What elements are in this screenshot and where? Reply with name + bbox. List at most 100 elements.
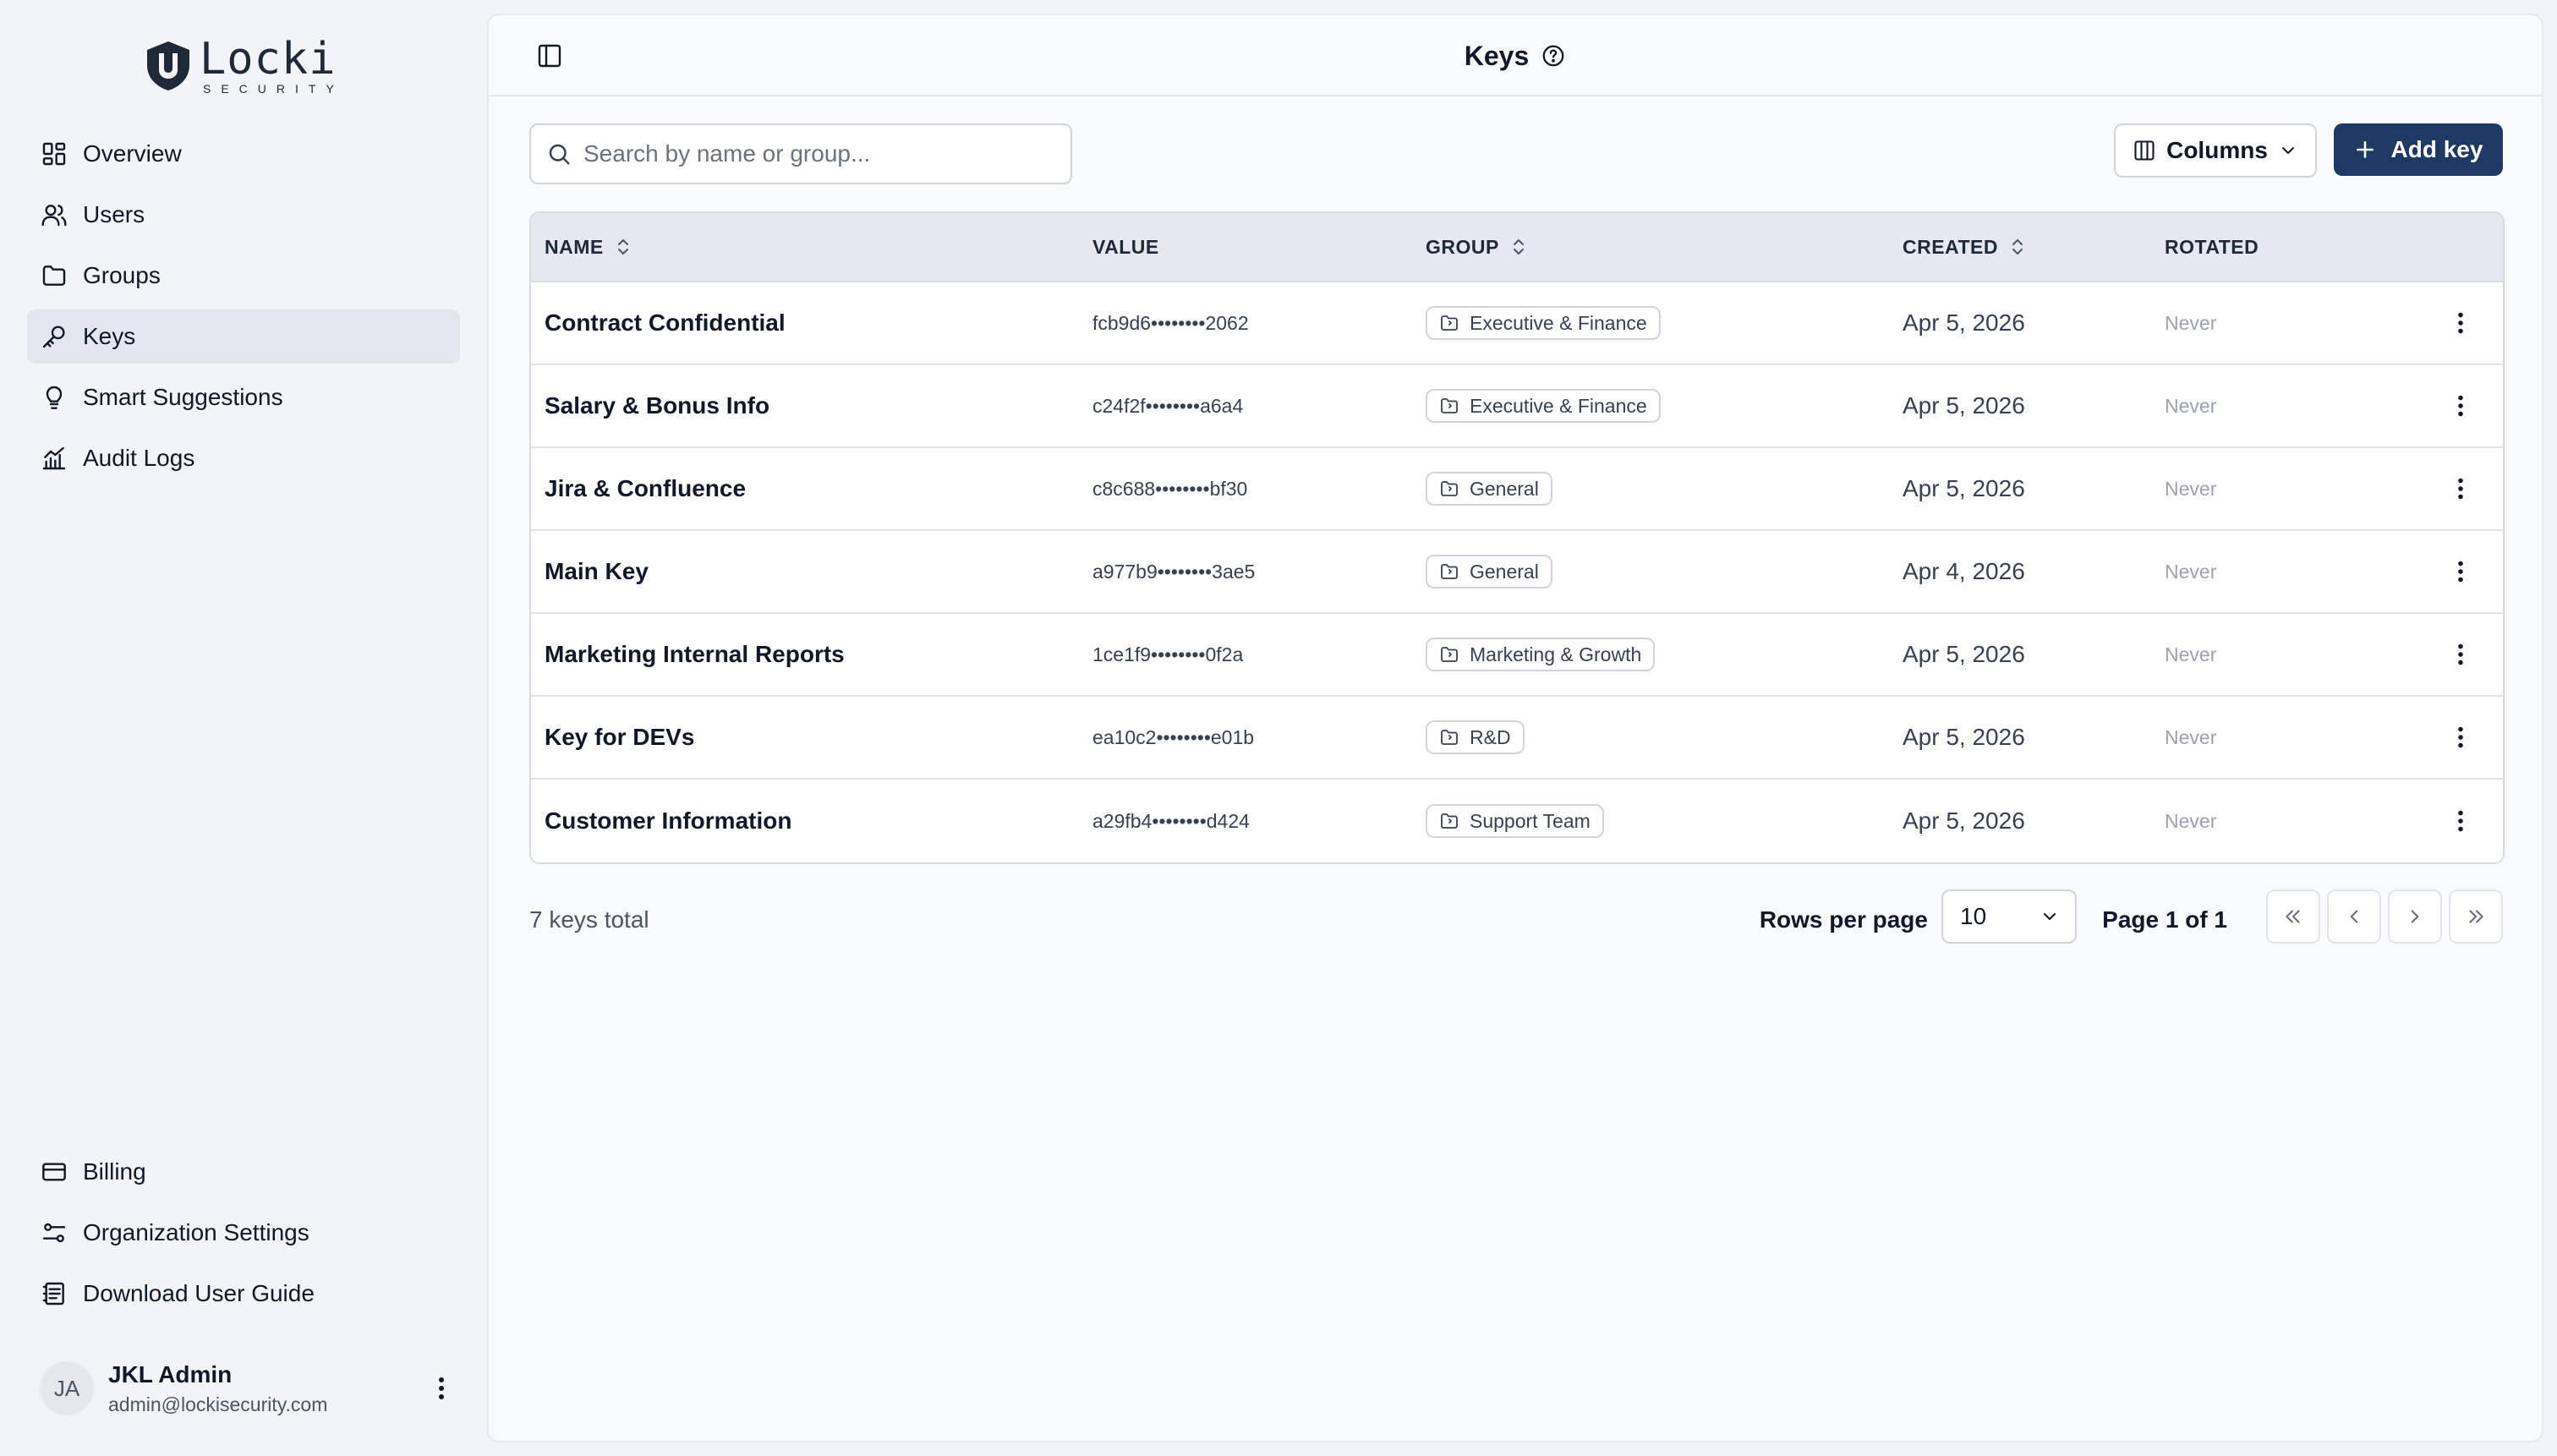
- sidebar-item-label: Users: [83, 201, 145, 227]
- key-value: ea10c2••••••••e01b: [1092, 725, 1255, 748]
- table-row[interactable]: Contract Confidential fcb9d6••••••••2062…: [531, 282, 2503, 365]
- sort-icon: [1513, 239, 1524, 255]
- folder-icon: [1441, 398, 1458, 413]
- column-header-name[interactable]: NAME: [531, 236, 1092, 259]
- table-row[interactable]: Jira & Confluence c8c688••••••••bf30 Gen…: [531, 448, 2503, 531]
- sidebar-item-download-user-guide[interactable]: Download User Guide: [27, 1267, 460, 1321]
- key-created-date: Apr 4, 2026: [1903, 558, 2025, 584]
- row-actions-button[interactable]: [2444, 306, 2478, 340]
- sidebar-item-users[interactable]: Users: [27, 188, 460, 242]
- more-vertical-icon: [439, 1377, 444, 1399]
- key-value: a977b9••••••••3ae5: [1092, 560, 1256, 583]
- table-row[interactable]: Customer Information a29fb4••••••••d424 …: [531, 780, 2503, 862]
- more-vertical-icon: [2458, 810, 2463, 832]
- help-circle-icon[interactable]: [1541, 43, 1566, 68]
- sidebar-nav: Overview Users Groups Keys Smart Suggest…: [27, 127, 460, 492]
- group-badge-label: General: [1470, 477, 1539, 500]
- chevrons-left-icon: [2286, 910, 2300, 923]
- book-icon: [42, 1282, 64, 1305]
- chart-icon: [42, 446, 66, 470]
- key-created-date: Apr 5, 2026: [1903, 807, 2025, 834]
- last-page-button[interactable]: [2449, 889, 2503, 944]
- sidebar-item-label: Smart Suggestions: [83, 384, 283, 410]
- group-badge[interactable]: General: [1426, 555, 1552, 588]
- table-body: Contract Confidential fcb9d6••••••••2062…: [531, 282, 2503, 862]
- group-badge-label: R&D: [1470, 725, 1511, 748]
- sidebar-item-label: Audit Logs: [83, 445, 195, 471]
- previous-page-button[interactable]: [2327, 889, 2381, 944]
- row-actions-button[interactable]: [2444, 472, 2478, 506]
- table-row[interactable]: Marketing Internal Reports 1ce1f9•••••••…: [531, 614, 2503, 697]
- search-box[interactable]: [529, 123, 1072, 184]
- page-indicator: Page 1 of 1: [2102, 906, 2227, 933]
- group-badge[interactable]: Executive & Finance: [1426, 306, 1661, 340]
- sidebar-item-groups[interactable]: Groups: [27, 249, 460, 303]
- sidebar-bottom-nav: Billing Organization Settings Download U…: [27, 1145, 460, 1327]
- pagination: [2266, 889, 2503, 944]
- row-actions-button[interactable]: [2444, 804, 2478, 838]
- key-rotated-status: Never: [2165, 643, 2217, 665]
- folder-icon: [1441, 315, 1458, 331]
- row-actions-button[interactable]: [2444, 720, 2478, 754]
- row-actions-button[interactable]: [2444, 638, 2478, 671]
- group-badge[interactable]: Support Team: [1426, 804, 1604, 838]
- key-rotated-status: Never: [2165, 809, 2217, 832]
- key-value: c24f2f••••••••a6a4: [1092, 394, 1244, 417]
- column-header-value: VALUE: [1092, 235, 1159, 258]
- sidebar-item-overview[interactable]: Overview: [27, 127, 460, 181]
- app-window: Locki SECURITY Overview Users Groups Key…: [0, 0, 2557, 1456]
- user-profile[interactable]: JA JKL Admin admin@lockisecurity.com: [39, 1358, 462, 1419]
- first-page-button[interactable]: [2266, 889, 2320, 944]
- key-created-date: Apr 5, 2026: [1903, 475, 2025, 501]
- add-key-button[interactable]: Add key: [2334, 123, 2503, 176]
- sidebar-item-label: Groups: [83, 262, 161, 288]
- next-page-button[interactable]: [2388, 889, 2442, 944]
- sidebar-item-audit-logs[interactable]: Audit Logs: [27, 431, 460, 485]
- user-menu-button[interactable]: [421, 1368, 462, 1409]
- brand-logo[interactable]: Locki SECURITY: [145, 37, 344, 95]
- key-name: Contract Confidential: [545, 309, 786, 336]
- key-rotated-status: Never: [2165, 477, 2217, 500]
- sidebar-item-smart-suggestions[interactable]: Smart Suggestions: [27, 370, 460, 424]
- plus-icon: [2356, 141, 2374, 158]
- sidebar-item-label: Keys: [83, 323, 136, 349]
- table-row[interactable]: Main Key a977b9••••••••3ae5 General Apr …: [531, 531, 2503, 614]
- lightbulb-icon: [46, 386, 63, 409]
- row-actions-button[interactable]: [2444, 389, 2478, 423]
- rows-per-page-label: Rows per page: [1759, 906, 1928, 933]
- add-key-button-label: Add key: [2390, 136, 2483, 162]
- group-badge-label: General: [1470, 560, 1539, 583]
- sidebar-item-organization-settings[interactable]: Organization Settings: [27, 1206, 460, 1260]
- key-value: a29fb4••••••••d424: [1092, 809, 1250, 832]
- sidebar-item-billing[interactable]: Billing: [27, 1145, 460, 1199]
- group-badge[interactable]: R&D: [1426, 720, 1525, 754]
- sidebar: Locki SECURITY Overview Users Groups Key…: [0, 0, 485, 1456]
- group-badge-label: Executive & Finance: [1470, 394, 1647, 417]
- column-header-created[interactable]: CREATED: [1903, 236, 2165, 259]
- search-input[interactable]: [583, 140, 1070, 167]
- column-header-group[interactable]: GROUP: [1426, 236, 1903, 259]
- folder-icon: [1441, 481, 1458, 496]
- group-badge[interactable]: General: [1426, 472, 1552, 506]
- sidebar-item-keys[interactable]: Keys: [27, 309, 460, 364]
- rows-per-page-select[interactable]: 10: [1941, 889, 2077, 944]
- key-rotated-status: Never: [2165, 725, 2217, 748]
- group-badge[interactable]: Marketing & Growth: [1426, 638, 1656, 671]
- more-vertical-icon: [2458, 312, 2463, 334]
- folder-icon: [1441, 813, 1458, 829]
- key-value: fcb9d6••••••••2062: [1092, 311, 1249, 334]
- main-panel: Keys Columns: [487, 14, 2543, 1442]
- columns-button[interactable]: Columns: [2114, 123, 2317, 178]
- group-badge-label: Executive & Finance: [1470, 311, 1647, 334]
- row-actions-button[interactable]: [2444, 555, 2478, 588]
- table-row[interactable]: Key for DEVs ea10c2••••••••e01b R&D Apr …: [531, 697, 2503, 780]
- key-name: Main Key: [545, 558, 649, 584]
- more-vertical-icon: [2458, 478, 2463, 500]
- sliders-icon: [42, 1223, 66, 1243]
- table-row[interactable]: Salary & Bonus Info c24f2f••••••••a6a4 E…: [531, 365, 2503, 448]
- toolbar: Columns Add key: [529, 123, 2503, 184]
- users-icon: [41, 205, 67, 227]
- user-name: JKL Admin: [108, 1360, 233, 1388]
- folder-icon: [1441, 564, 1458, 579]
- group-badge[interactable]: Executive & Finance: [1426, 389, 1661, 423]
